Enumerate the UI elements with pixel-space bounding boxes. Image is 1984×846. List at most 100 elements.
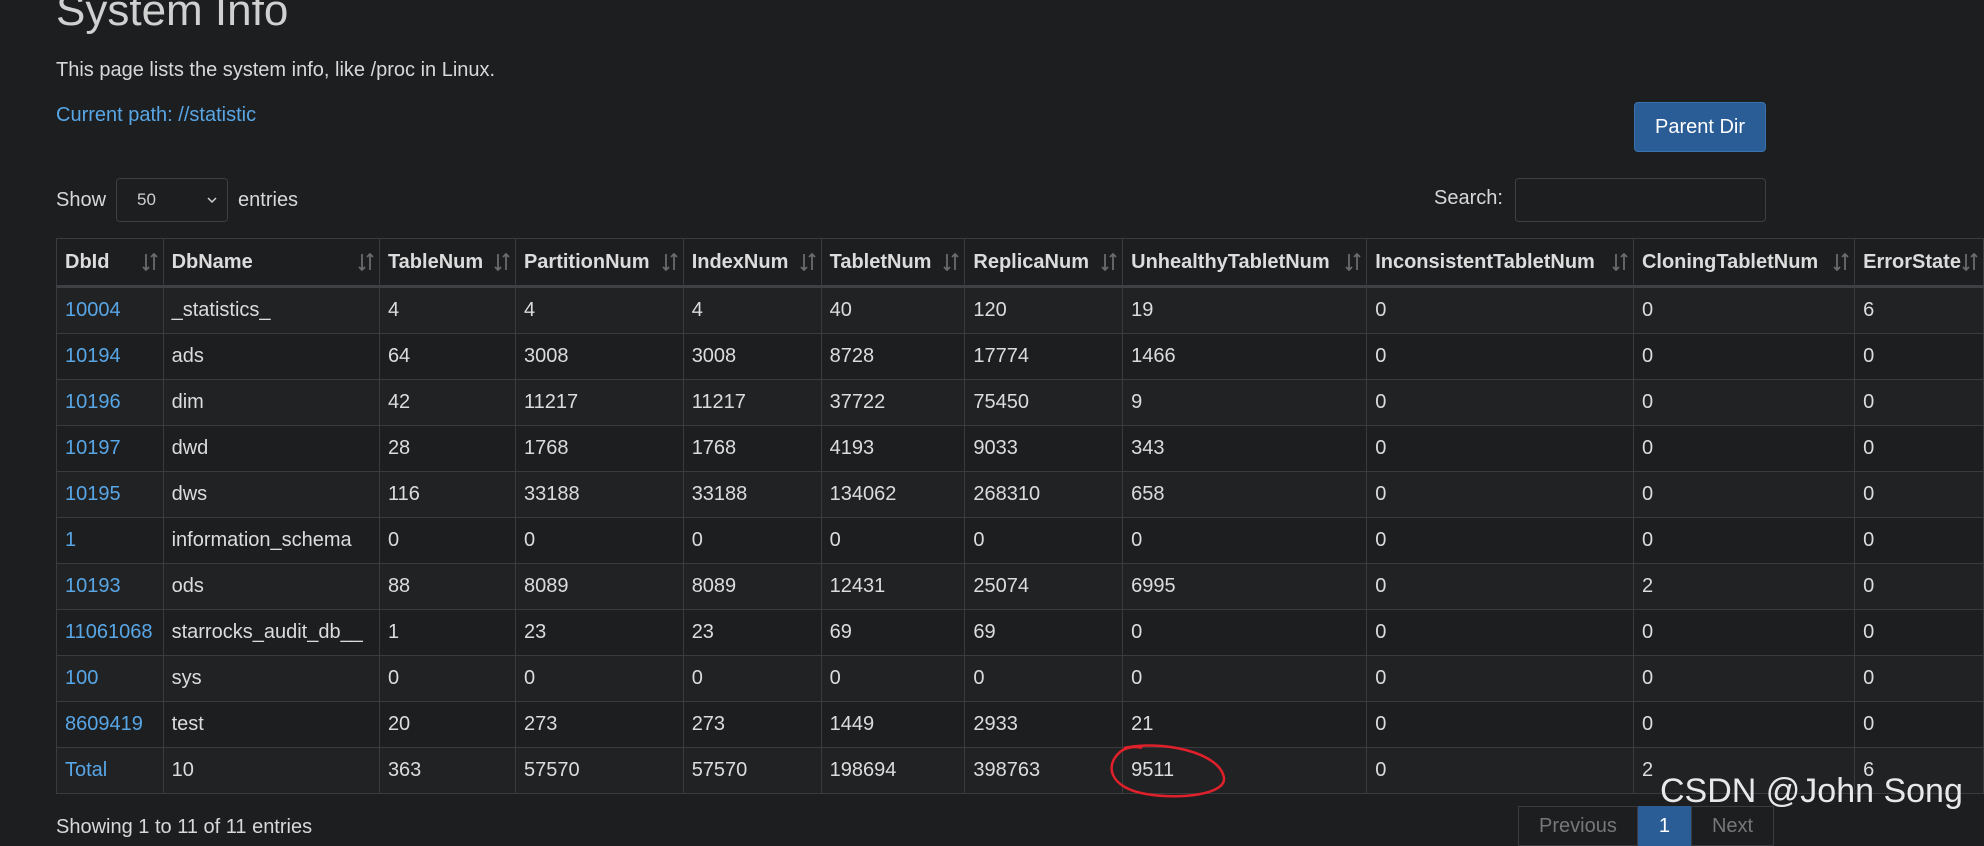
table-row: 10196 dim 42 11217 11217 37722 75450 9 0 0 0 [56, 379, 1984, 426]
table-cell-tabletnum: 1449 [820, 701, 966, 748]
column-header-replicanum[interactable]: ReplicaNum [964, 238, 1124, 288]
sort-icon [1962, 252, 1978, 272]
column-header-errorstate[interactable]: ErrorState [1854, 238, 1984, 288]
table-cell-inconsistenttabletnum: 0 [1366, 425, 1634, 472]
column-header-cloningtabletnum[interactable]: CloningTabletNum [1632, 238, 1856, 288]
sort-icon [141, 252, 158, 272]
table-info: Showing 1 to 11 of 11 entries [56, 816, 313, 838]
table-cell-tablenum: 0 [378, 655, 516, 702]
column-header-inconsistenttabletnum[interactable]: InconsistentTabletNum [1366, 238, 1634, 288]
table-cell-dbname: test [162, 701, 380, 748]
table-cell-tabletnum: 8728 [820, 333, 966, 380]
table-cell-replicanum: 2933 [964, 701, 1124, 748]
sort-icon [1612, 252, 1628, 272]
table-cell-inconsistenttabletnum: 0 [1366, 655, 1634, 702]
table-cell-tabletnum: 198694 [820, 747, 966, 794]
table-cell-indexnum: 11217 [682, 379, 822, 426]
table-cell-tabletnum: 37722 [820, 379, 966, 426]
db-id-link[interactable]: 11061068 [56, 609, 164, 656]
parent-dir-button[interactable]: Parent Dir [1634, 102, 1766, 152]
table-cell-dbname: information_schema [162, 517, 380, 564]
table-cell-replicanum: 398763 [964, 747, 1124, 794]
current-path-link[interactable]: Current path: //statistic [56, 104, 256, 127]
column-header-dbname[interactable]: DbName [162, 238, 380, 288]
next-button[interactable]: Next [1690, 806, 1775, 846]
pagination: Previous 1 Next [1518, 806, 1775, 846]
db-id-link[interactable]: 10194 [56, 333, 164, 380]
table-cell-tabletnum: 0 [820, 517, 966, 564]
table-cell-inconsistenttabletnum: 0 [1366, 333, 1634, 380]
column-header-tablenum[interactable]: TableNum [378, 238, 516, 288]
table-cell-inconsistenttabletnum: 0 [1366, 517, 1634, 564]
table-cell-tablenum: 1 [378, 609, 516, 656]
db-id-link[interactable]: 10195 [56, 471, 164, 518]
search-label: Search: [1434, 187, 1503, 209]
table-cell-cloningtabletnum: 0 [1632, 471, 1856, 518]
table-cell-cloningtabletnum: 0 [1632, 425, 1856, 472]
column-header-partitionnum[interactable]: PartitionNum [514, 238, 684, 288]
table-cell-cloningtabletnum: 0 [1632, 517, 1856, 564]
table-cell-indexnum: 0 [682, 517, 822, 564]
table-cell-unhealthytabletnum: 0 [1122, 609, 1368, 656]
red-circle-annotation [1110, 744, 1226, 798]
table-cell-unhealthytabletnum: 19 [1122, 286, 1368, 334]
previous-button[interactable]: Previous [1518, 806, 1638, 846]
table-cell-cloningtabletnum: 0 [1632, 286, 1856, 334]
column-header-indexnum[interactable]: IndexNum [682, 238, 822, 288]
column-header-tabletnum[interactable]: TabletNum [820, 238, 966, 288]
table-cell-tablenum: 28 [378, 425, 516, 472]
table-cell-tablenum: 0 [378, 517, 516, 564]
table-cell-errorstate: 0 [1854, 333, 1984, 380]
table-cell-cloningtabletnum: 0 [1632, 701, 1856, 748]
table-cell-replicanum: 268310 [964, 471, 1124, 518]
table-cell-inconsistenttabletnum: 0 [1366, 471, 1634, 518]
table-cell-partitionnum: 0 [514, 517, 684, 564]
table-cell-tablenum: 116 [378, 471, 516, 518]
table-cell-errorstate: 0 [1854, 517, 1984, 564]
table-cell-indexnum: 23 [682, 609, 822, 656]
page-description: This page lists the system info, like /p… [56, 59, 496, 81]
table-cell-errorstate: 0 [1854, 425, 1984, 472]
column-header-dbid[interactable]: DbId [56, 238, 164, 288]
table-cell-partitionnum: 3008 [514, 333, 684, 380]
table-cell-errorstate: 0 [1854, 379, 1984, 426]
table-cell-tabletnum: 12431 [820, 563, 966, 610]
table-cell-inconsistenttabletnum: 0 [1366, 609, 1634, 656]
table-cell-tablenum: 64 [378, 333, 516, 380]
table-cell-tabletnum: 40 [820, 286, 966, 334]
db-id-link[interactable]: 10196 [56, 379, 164, 426]
column-header-label: ErrorState [1863, 250, 1961, 273]
db-id-link[interactable]: 10004 [56, 286, 164, 334]
table-cell-inconsistenttabletnum: 0 [1366, 563, 1634, 610]
db-id-link[interactable]: 10193 [56, 563, 164, 610]
table-cell-indexnum: 4 [682, 286, 822, 334]
table-cell-inconsistenttabletnum: 0 [1366, 379, 1634, 426]
table-cell-unhealthytabletnum: 6995 [1122, 563, 1368, 610]
table-cell-errorstate: 0 [1854, 609, 1984, 656]
db-id-link[interactable]: 8609419 [56, 701, 164, 748]
table-cell-tablenum: 4 [378, 286, 516, 334]
table-cell-dbname: ads [162, 333, 380, 380]
table-cell-errorstate: 6 [1854, 286, 1984, 334]
column-header-label: DbId [65, 250, 110, 273]
page-1-button[interactable]: 1 [1637, 806, 1691, 846]
db-id-link[interactable]: 1 [56, 517, 164, 564]
table-cell-cloningtabletnum: 0 [1632, 333, 1856, 380]
table-cell-partitionnum: 8089 [514, 563, 684, 610]
entries-select[interactable]: 50 [116, 178, 229, 222]
search-input[interactable] [1515, 178, 1766, 222]
db-id-link[interactable]: 10197 [56, 425, 164, 472]
table-cell-replicanum: 25074 [964, 563, 1124, 610]
db-id-link[interactable]: 100 [56, 655, 164, 702]
table-cell-partitionnum: 57570 [514, 747, 684, 794]
column-header-label: UnhealthyTabletNum [1131, 250, 1330, 273]
table-cell-tablenum: 363 [378, 747, 516, 794]
column-header-label: ReplicaNum [973, 250, 1089, 273]
table-row: 100 sys 0 0 0 0 0 0 0 0 0 [56, 655, 1984, 702]
table-cell-replicanum: 9033 [964, 425, 1124, 472]
db-id-link[interactable]: Total [56, 747, 164, 794]
table-cell-partitionnum: 11217 [514, 379, 684, 426]
column-header-unhealthytabletnum[interactable]: UnhealthyTabletNum [1122, 238, 1368, 288]
table-cell-errorstate: 0 [1854, 471, 1984, 518]
sort-icon [1345, 252, 1361, 272]
